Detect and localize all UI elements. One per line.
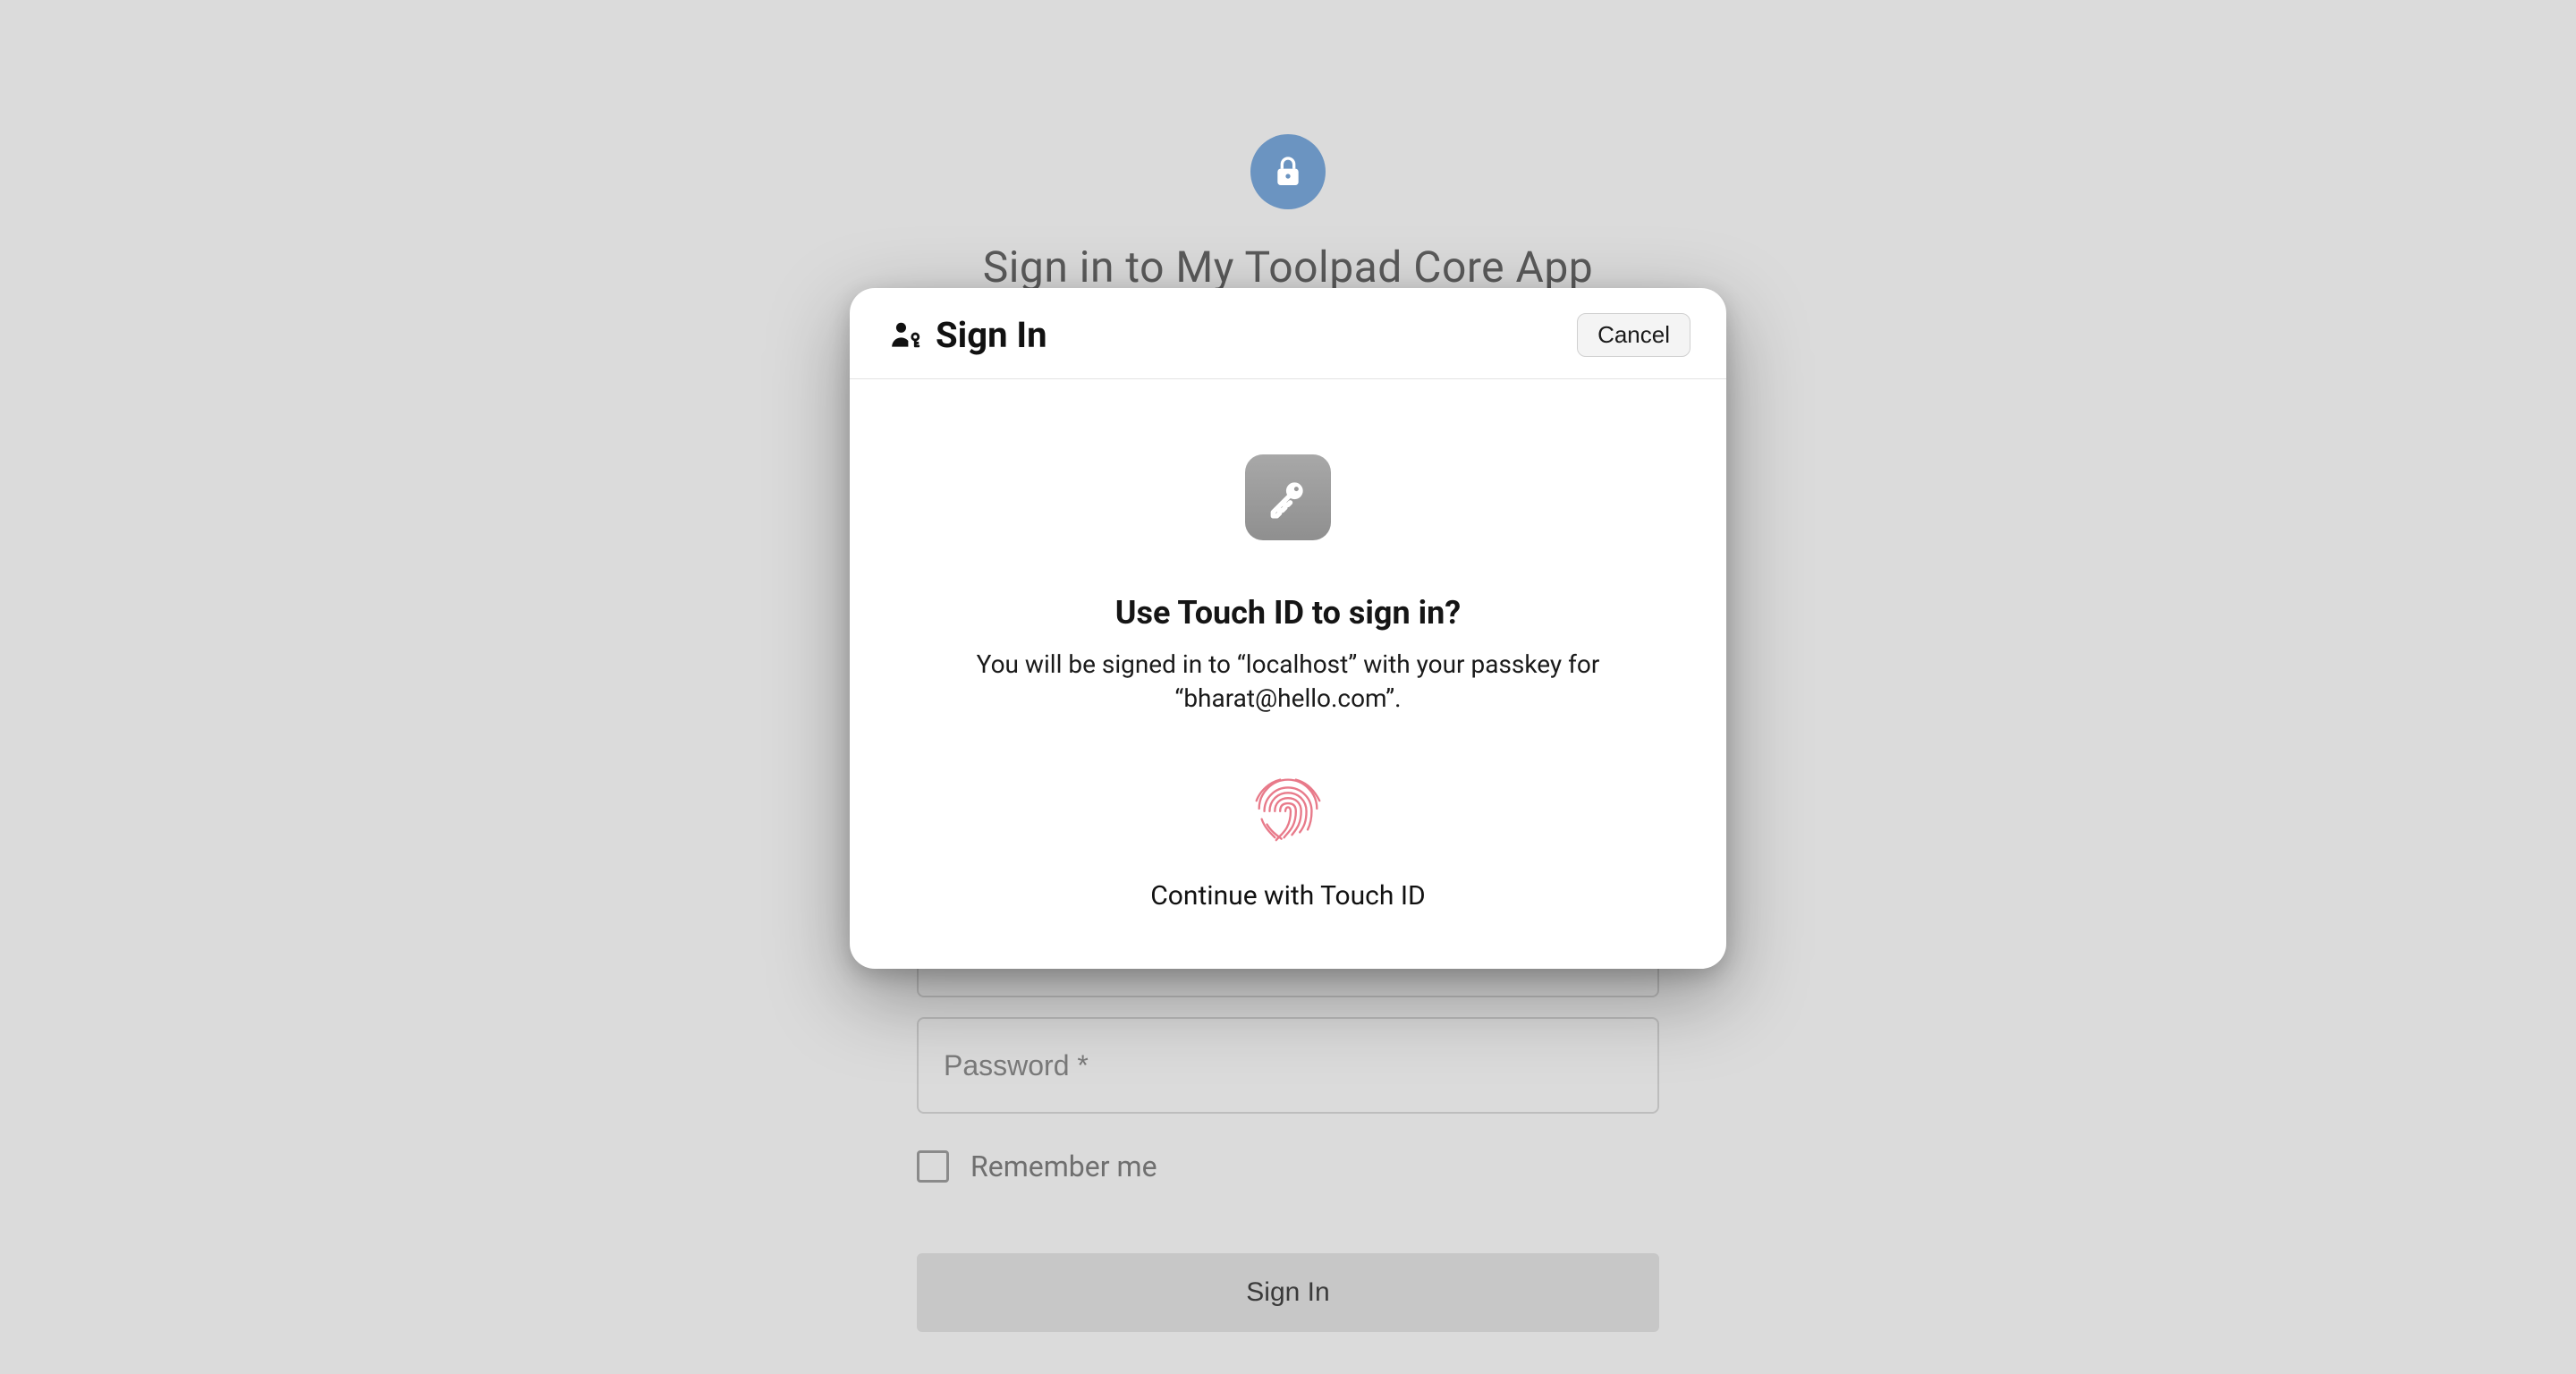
key-icon (1245, 454, 1331, 540)
cancel-button[interactable]: Cancel (1577, 313, 1690, 357)
person-key-icon (889, 318, 923, 352)
modal-body: Use Touch ID to sign in? You will be sig… (850, 379, 1726, 969)
fingerprint-icon[interactable] (1246, 764, 1330, 848)
modal-header: Sign In Cancel (850, 288, 1726, 379)
modal-description: You will be signed in to “localhost” wit… (948, 648, 1628, 716)
touchid-modal: Sign In Cancel Use Touch ID to sign in? … (850, 288, 1726, 969)
modal-title: Sign In (936, 314, 1047, 356)
modal-heading: Use Touch ID to sign in? (1115, 594, 1461, 632)
touchid-continue-label: Continue with Touch ID (1150, 880, 1425, 912)
modal-overlay: Sign In Cancel Use Touch ID to sign in? … (0, 0, 2576, 1374)
